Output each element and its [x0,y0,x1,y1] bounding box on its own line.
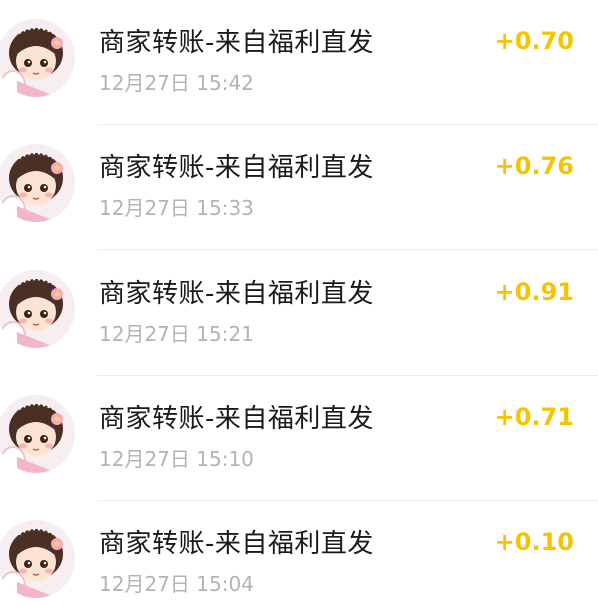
transaction-time: 12月27日 15:04 [99,572,254,596]
merchant-avatar-icon [0,395,75,473]
transaction-amount: +0.76 [494,152,574,180]
merchant-avatar-icon [0,270,75,348]
transaction-row[interactable]: 商家转账-来自福利直发 12月27日 15:33 +0.76 [0,125,598,250]
transaction-time: 12月27日 15:33 [99,196,254,220]
transaction-amount: +0.71 [494,403,574,431]
transaction-row[interactable]: 商家转账-来自福利直发 12月27日 15:04 +0.10 [0,501,598,607]
transaction-row[interactable]: 商家转账-来自福利直发 12月27日 15:42 +0.70 [0,0,598,125]
merchant-avatar-icon [0,520,75,598]
transaction-title: 商家转账-来自福利直发 [99,153,374,183]
transaction-title: 商家转账-来自福利直发 [99,279,374,309]
row-divider [97,249,598,250]
transaction-title: 商家转账-来自福利直发 [99,404,374,434]
transaction-row[interactable]: 商家转账-来自福利直发 12月27日 15:10 +0.71 [0,376,598,501]
transaction-amount: +0.10 [494,528,574,556]
transaction-title: 商家转账-来自福利直发 [99,529,374,559]
transaction-time: 12月27日 15:10 [99,447,254,471]
transaction-list: 商家转账-来自福利直发 12月27日 15:42 +0.70 商家转账-来自福利… [0,0,598,607]
transaction-amount: +0.70 [494,27,574,55]
transaction-title: 商家转账-来自福利直发 [99,28,374,58]
merchant-avatar-icon [0,144,75,222]
transaction-time: 12月27日 15:21 [99,322,254,346]
transaction-time: 12月27日 15:42 [99,71,254,95]
transaction-amount: +0.91 [494,278,574,306]
merchant-avatar-icon [0,19,75,97]
transaction-row[interactable]: 商家转账-来自福利直发 12月27日 15:21 +0.91 [0,251,598,376]
